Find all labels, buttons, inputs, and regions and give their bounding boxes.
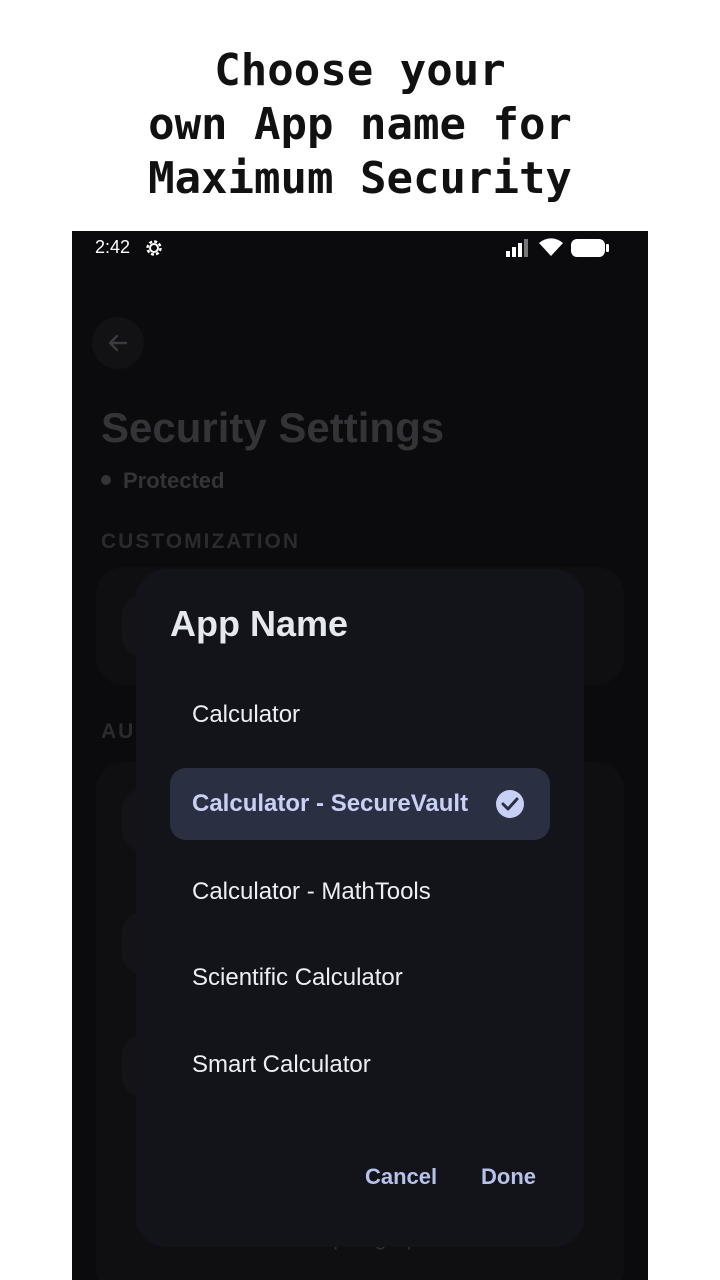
option-label: Smart Calculator — [192, 1051, 371, 1078]
section-customization: CUSTOMIZATION — [101, 530, 301, 553]
dialog-title: App Name — [170, 603, 349, 644]
option-smart-calculator[interactable]: Smart Calculator — [170, 1029, 550, 1101]
back-button[interactable] — [92, 317, 144, 369]
done-button[interactable]: Done — [481, 1164, 536, 1190]
phone-screen: 2:42 Security Settings Protected CUSTOMI… — [72, 231, 648, 1280]
page-title: Security Settings — [101, 404, 445, 451]
option-label: Scientific Calculator — [192, 964, 403, 991]
option-label: Calculator - SecureVault — [192, 790, 469, 817]
status-time: 2:42 — [95, 237, 131, 257]
promo-headline: Choose your own App name for Maximum Sec… — [148, 45, 572, 204]
option-label: Calculator - MathTools — [192, 878, 431, 905]
option-scientific-calculator[interactable]: Scientific Calculator — [170, 942, 550, 1014]
wifi-icon — [538, 237, 564, 262]
check-circle-icon — [496, 790, 524, 818]
cell-signal-icon — [506, 239, 530, 262]
status-dot-icon — [101, 475, 111, 486]
status-bar: 2:42 — [72, 231, 648, 267]
option-calculator-mathtools[interactable]: Calculator - MathTools — [170, 856, 550, 928]
app-name-dialog: App Name Calculator Calculator - SecureV… — [136, 569, 584, 1247]
protection-status-label: Protected — [123, 468, 225, 493]
battery-icon — [570, 238, 610, 263]
option-calculator[interactable]: Calculator — [170, 679, 550, 751]
security-settings-screen: Security Settings Protected CUSTOMIZATIO… — [72, 267, 648, 1280]
protection-status: Protected — [101, 468, 224, 494]
cancel-button[interactable]: Cancel — [365, 1164, 437, 1190]
settings-gear-icon — [144, 238, 164, 258]
back-arrow-icon — [108, 334, 128, 352]
section-authentication: AU — [101, 720, 136, 743]
option-calculator-securevault[interactable]: Calculator - SecureVault — [170, 768, 550, 840]
option-label: Calculator — [192, 701, 301, 728]
